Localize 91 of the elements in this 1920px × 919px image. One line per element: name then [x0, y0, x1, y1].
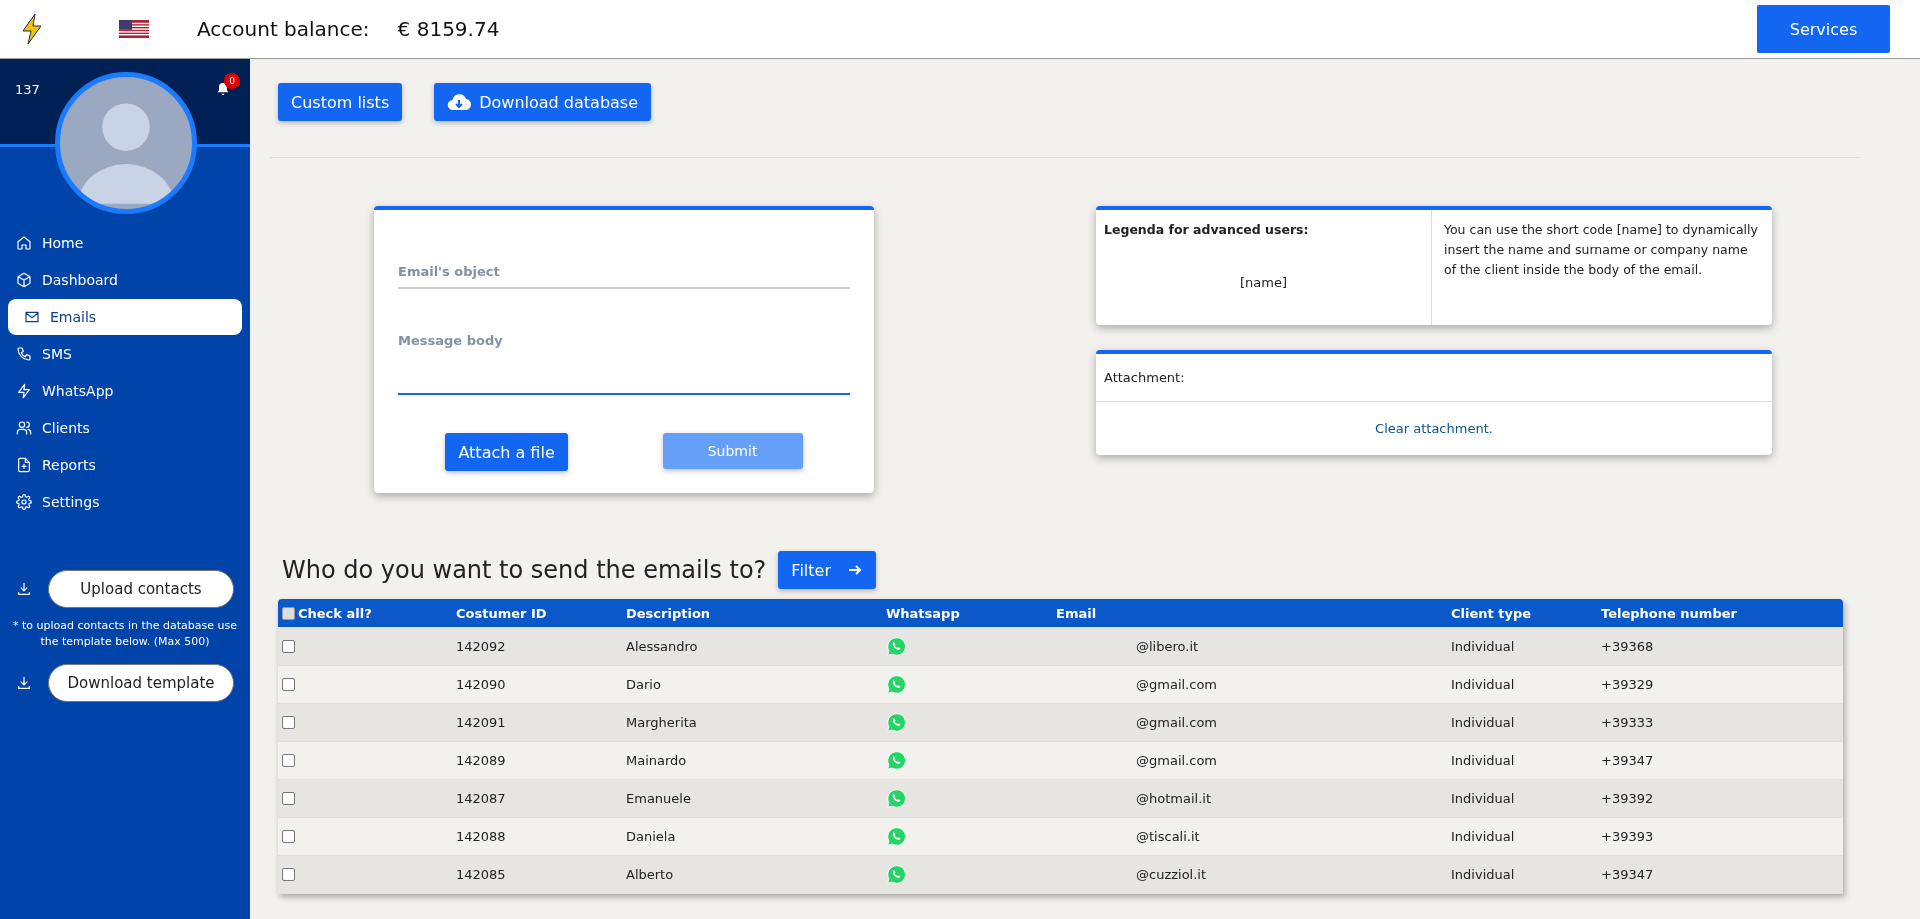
table-cell-text: Individual: [1451, 677, 1516, 692]
row-checkbox[interactable]: [282, 678, 295, 691]
download-database-button[interactable]: Download database: [434, 83, 651, 121]
table-cell-text: Emanuele: [626, 791, 692, 806]
download-template-button[interactable]: Download template: [48, 663, 234, 702]
table-cell-text: +39392: [1601, 791, 1655, 806]
attach-file-button[interactable]: Attach a file: [445, 433, 568, 471]
notification-badge: 0: [224, 73, 240, 89]
table-cell-text: Alessandro: [626, 639, 699, 654]
table-cell-text: 142092: [456, 639, 507, 654]
table-cell-text: Individual: [1451, 715, 1516, 730]
envelope-icon: [24, 309, 40, 325]
table-cell-text: +39329: [1601, 677, 1655, 692]
document-plus-icon: [16, 457, 32, 473]
clear-attachment-link[interactable]: Clear attachment.: [1375, 421, 1493, 436]
table-cell-text: +39393: [1601, 829, 1655, 844]
short-code: [name]: [1240, 275, 1287, 290]
table-cell-text: +39368: [1601, 639, 1655, 654]
table-cell-text: @hotmail.it: [1135, 791, 1212, 806]
table-cell-text: @cuzziol.it: [1135, 867, 1208, 882]
table-cell-text: @gmail.com: [1135, 715, 1218, 730]
table-cell-text: Daniela: [626, 829, 677, 844]
row-checkbox[interactable]: [282, 754, 295, 767]
table-cell-text: 142089: [456, 753, 507, 768]
download-icon: [16, 581, 32, 597]
nav-item[interactable]: Reports: [0, 447, 250, 483]
column-header: Telephone number: [1601, 605, 1738, 621]
table-cell-text: Individual: [1451, 829, 1516, 844]
table-cell-text: @gmail.com: [1135, 753, 1218, 768]
table-cell-text: Margherita: [626, 715, 698, 730]
row-checkbox[interactable]: [282, 716, 295, 729]
column-header: Whatsapp: [886, 605, 961, 621]
table-cell-text: 142091: [456, 715, 507, 730]
legend-description: You can use the short code [name] to dynamically insert the name and surname or company name of the client inside the body of the email.: [1443, 221, 1759, 279]
table-cell-text: Individual: [1451, 791, 1516, 806]
table-cell-text: @gmail.com: [1135, 677, 1218, 692]
attachment-label: Attachment:: [1096, 354, 1772, 402]
user-id: 137: [15, 82, 40, 97]
table-cell-text: +39333: [1601, 715, 1655, 730]
filter-button[interactable]: Filter: [778, 551, 876, 589]
table-cell-text: 142090: [456, 677, 507, 692]
box-icon: [16, 272, 32, 288]
row-checkbox[interactable]: [282, 640, 295, 653]
table-cell-text: Individual: [1451, 639, 1516, 654]
table-cell-text: Individual: [1451, 867, 1516, 882]
table-cell-text: +39347: [1601, 867, 1655, 882]
cloud-download-icon: [447, 93, 472, 111]
column-header: Check all?: [298, 605, 372, 621]
column-header: Email: [1056, 605, 1098, 621]
table-cell-text: 142087: [456, 791, 507, 806]
row-checkbox[interactable]: [282, 868, 295, 881]
download-icon: [16, 674, 32, 691]
home-icon: [16, 235, 32, 251]
balance-label: Account balance:: [197, 17, 370, 41]
nav-item[interactable]: Home: [0, 225, 250, 261]
table-cell-text: 142085: [456, 867, 507, 882]
nav-item[interactable]: Dashboard: [0, 262, 250, 298]
table-cell-text: Individual: [1451, 753, 1516, 768]
column-header: Description: [626, 605, 712, 621]
balance-value: € 8159.74: [397, 17, 500, 41]
table-cell-text: Alberto: [626, 867, 675, 882]
table-cell-text: 142088: [456, 829, 507, 844]
table-cell-text: Dario: [626, 677, 662, 692]
row-checkbox[interactable]: [282, 792, 295, 805]
users-icon: [16, 420, 32, 436]
nav-item[interactable]: Clients: [0, 410, 250, 446]
subject-field[interactable]: Email's object: [398, 256, 850, 289]
upload-contacts-button[interactable]: Upload contacts: [48, 570, 234, 608]
table-cell-text: @tiscali.it: [1135, 829, 1201, 844]
gear-icon: [16, 494, 32, 510]
table-cell-text: Mainardo: [626, 753, 688, 768]
upload-note: * to upload contacts in the database use the template below. (Max 500): [12, 618, 238, 650]
check-all-checkbox[interactable]: [282, 606, 295, 620]
nav-item[interactable]: Emails: [8, 299, 242, 335]
nav-item[interactable]: Settings: [0, 484, 250, 520]
table-cell-text: +39347: [1601, 753, 1655, 768]
services-button[interactable]: Services: [1757, 5, 1890, 53]
nav-item[interactable]: WhatsApp: [0, 373, 250, 409]
custom-lists-button[interactable]: Custom lists: [278, 83, 403, 121]
flag-icon[interactable]: [119, 20, 149, 38]
legend-title: Legenda for advanced users:: [1104, 222, 1309, 237]
column-header: Costumer ID: [456, 605, 548, 621]
row-checkbox[interactable]: [282, 830, 295, 843]
nav-item[interactable]: SMS: [0, 336, 250, 372]
message-body-field[interactable]: Message body: [398, 325, 850, 395]
lightning-logo-icon: [20, 13, 44, 45]
recipients-heading: Who do you want to send the emails to?: [281, 556, 767, 584]
column-header: Client type: [1451, 605, 1533, 621]
phone-icon: [16, 346, 32, 362]
lightning-icon: [16, 383, 32, 399]
table-cell-text: @libero.it: [1135, 639, 1200, 654]
